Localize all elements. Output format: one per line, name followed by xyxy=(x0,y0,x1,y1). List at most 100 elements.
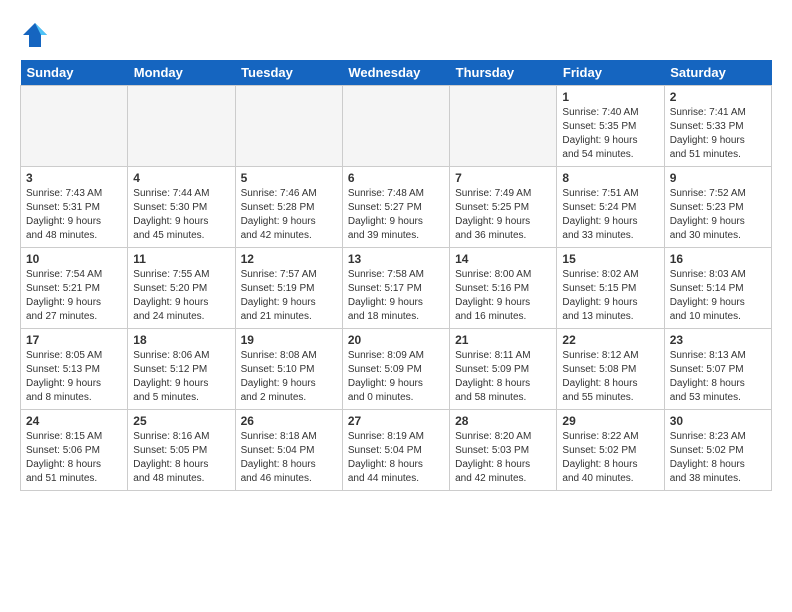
day-info: Sunrise: 8:16 AM Sunset: 5:05 PM Dayligh… xyxy=(133,430,229,486)
day-info: Sunrise: 8:15 AM Sunset: 5:06 PM Dayligh… xyxy=(26,430,122,486)
day-info: Sunrise: 7:51 AM Sunset: 5:24 PM Dayligh… xyxy=(562,187,658,243)
day-info: Sunrise: 8:09 AM Sunset: 5:09 PM Dayligh… xyxy=(348,349,444,405)
day-cell xyxy=(235,86,342,167)
day-info: Sunrise: 8:05 AM Sunset: 5:13 PM Dayligh… xyxy=(26,349,122,405)
day-number: 10 xyxy=(26,252,122,266)
day-cell: 6 Sunrise: 7:48 AM Sunset: 5:27 PM Daylig… xyxy=(342,167,449,248)
day-cell: 1 Sunrise: 7:40 AM Sunset: 5:35 PM Daylig… xyxy=(557,86,664,167)
day-info: Sunrise: 7:46 AM Sunset: 5:28 PM Dayligh… xyxy=(241,187,337,243)
day-cell: 29 Sunrise: 8:22 AM Sunset: 5:02 PM Dayli… xyxy=(557,410,664,491)
day-number: 1 xyxy=(562,90,658,104)
col-header-wednesday: Wednesday xyxy=(342,60,449,86)
header-row: SundayMondayTuesdayWednesdayThursdayFrid… xyxy=(21,60,772,86)
logo-icon xyxy=(20,20,50,50)
day-number: 30 xyxy=(670,414,766,428)
day-cell: 10Sunrise: 7:54 AM Sunset: 5:21 PM Dayli… xyxy=(21,248,128,329)
day-number: 18 xyxy=(133,333,229,347)
day-cell: 13 Sunrise: 7:58 AM Sunset: 5:17 PM Dayli… xyxy=(342,248,449,329)
day-number: 5 xyxy=(241,171,337,185)
day-number: 23 xyxy=(670,333,766,347)
day-info: Sunrise: 8:03 AM Sunset: 5:14 PM Dayligh… xyxy=(670,268,766,324)
col-header-sunday: Sunday xyxy=(21,60,128,86)
col-header-monday: Monday xyxy=(128,60,235,86)
day-number: 24 xyxy=(26,414,122,428)
week-row-4: 17 Sunrise: 8:05 AM Sunset: 5:13 PM Dayli… xyxy=(21,329,772,410)
day-cell: 17 Sunrise: 8:05 AM Sunset: 5:13 PM Dayli… xyxy=(21,329,128,410)
day-number: 27 xyxy=(348,414,444,428)
day-info: Sunrise: 8:00 AM Sunset: 5:16 PM Dayligh… xyxy=(455,268,551,324)
col-header-thursday: Thursday xyxy=(450,60,557,86)
day-info: Sunrise: 7:41 AM Sunset: 5:33 PM Dayligh… xyxy=(670,106,766,162)
day-cell: 16 Sunrise: 8:03 AM Sunset: 5:14 PM Dayli… xyxy=(664,248,771,329)
day-number: 21 xyxy=(455,333,551,347)
day-number: 4 xyxy=(133,171,229,185)
day-info: Sunrise: 7:44 AM Sunset: 5:30 PM Dayligh… xyxy=(133,187,229,243)
calendar-table: SundayMondayTuesdayWednesdayThursdayFrid… xyxy=(20,60,772,491)
week-row-3: 10Sunrise: 7:54 AM Sunset: 5:21 PM Dayli… xyxy=(21,248,772,329)
day-info: Sunrise: 8:02 AM Sunset: 5:15 PM Dayligh… xyxy=(562,268,658,324)
day-number: 2 xyxy=(670,90,766,104)
day-cell xyxy=(21,86,128,167)
day-info: Sunrise: 7:58 AM Sunset: 5:17 PM Dayligh… xyxy=(348,268,444,324)
day-cell: 28 Sunrise: 8:20 AM Sunset: 5:03 PM Dayli… xyxy=(450,410,557,491)
col-header-saturday: Saturday xyxy=(664,60,771,86)
day-number: 8 xyxy=(562,171,658,185)
logo xyxy=(20,20,54,50)
day-cell: 24 Sunrise: 8:15 AM Sunset: 5:06 PM Dayli… xyxy=(21,410,128,491)
day-number: 19 xyxy=(241,333,337,347)
day-cell: 22Sunrise: 8:12 AM Sunset: 5:08 PM Dayli… xyxy=(557,329,664,410)
day-cell: 20Sunrise: 8:09 AM Sunset: 5:09 PM Dayli… xyxy=(342,329,449,410)
day-number: 26 xyxy=(241,414,337,428)
day-info: Sunrise: 8:22 AM Sunset: 5:02 PM Dayligh… xyxy=(562,430,658,486)
day-cell: 27 Sunrise: 8:19 AM Sunset: 5:04 PM Dayli… xyxy=(342,410,449,491)
day-info: Sunrise: 8:08 AM Sunset: 5:10 PM Dayligh… xyxy=(241,349,337,405)
day-info: Sunrise: 7:55 AM Sunset: 5:20 PM Dayligh… xyxy=(133,268,229,324)
day-cell: 15 Sunrise: 8:02 AM Sunset: 5:15 PM Dayli… xyxy=(557,248,664,329)
day-cell: 23Sunrise: 8:13 AM Sunset: 5:07 PM Dayli… xyxy=(664,329,771,410)
week-row-5: 24 Sunrise: 8:15 AM Sunset: 5:06 PM Dayli… xyxy=(21,410,772,491)
day-cell: 8 Sunrise: 7:51 AM Sunset: 5:24 PM Daylig… xyxy=(557,167,664,248)
day-cell: 14 Sunrise: 8:00 AM Sunset: 5:16 PM Dayli… xyxy=(450,248,557,329)
day-number: 15 xyxy=(562,252,658,266)
day-number: 12 xyxy=(241,252,337,266)
col-header-friday: Friday xyxy=(557,60,664,86)
day-cell: 30 Sunrise: 8:23 AM Sunset: 5:02 PM Dayli… xyxy=(664,410,771,491)
page-container: SundayMondayTuesdayWednesdayThursdayFrid… xyxy=(0,0,792,501)
day-number: 28 xyxy=(455,414,551,428)
day-cell xyxy=(450,86,557,167)
day-info: Sunrise: 7:43 AM Sunset: 5:31 PM Dayligh… xyxy=(26,187,122,243)
col-header-tuesday: Tuesday xyxy=(235,60,342,86)
day-number: 11 xyxy=(133,252,229,266)
day-number: 9 xyxy=(670,171,766,185)
day-info: Sunrise: 7:49 AM Sunset: 5:25 PM Dayligh… xyxy=(455,187,551,243)
week-row-1: 1 Sunrise: 7:40 AM Sunset: 5:35 PM Daylig… xyxy=(21,86,772,167)
day-cell: 25Sunrise: 8:16 AM Sunset: 5:05 PM Dayli… xyxy=(128,410,235,491)
day-number: 29 xyxy=(562,414,658,428)
day-info: Sunrise: 7:40 AM Sunset: 5:35 PM Dayligh… xyxy=(562,106,658,162)
day-number: 16 xyxy=(670,252,766,266)
day-info: Sunrise: 8:20 AM Sunset: 5:03 PM Dayligh… xyxy=(455,430,551,486)
day-cell: 26Sunrise: 8:18 AM Sunset: 5:04 PM Dayli… xyxy=(235,410,342,491)
day-cell: 12 Sunrise: 7:57 AM Sunset: 5:19 PM Dayli… xyxy=(235,248,342,329)
day-number: 22 xyxy=(562,333,658,347)
day-number: 13 xyxy=(348,252,444,266)
day-info: Sunrise: 7:52 AM Sunset: 5:23 PM Dayligh… xyxy=(670,187,766,243)
day-cell: 5 Sunrise: 7:46 AM Sunset: 5:28 PM Daylig… xyxy=(235,167,342,248)
day-info: Sunrise: 8:11 AM Sunset: 5:09 PM Dayligh… xyxy=(455,349,551,405)
header xyxy=(20,20,772,50)
day-info: Sunrise: 8:19 AM Sunset: 5:04 PM Dayligh… xyxy=(348,430,444,486)
day-info: Sunrise: 8:23 AM Sunset: 5:02 PM Dayligh… xyxy=(670,430,766,486)
day-cell: 2 Sunrise: 7:41 AM Sunset: 5:33 PM Daylig… xyxy=(664,86,771,167)
day-number: 14 xyxy=(455,252,551,266)
day-info: Sunrise: 7:48 AM Sunset: 5:27 PM Dayligh… xyxy=(348,187,444,243)
day-info: Sunrise: 7:57 AM Sunset: 5:19 PM Dayligh… xyxy=(241,268,337,324)
day-cell: 11 Sunrise: 7:55 AM Sunset: 5:20 PM Dayli… xyxy=(128,248,235,329)
day-number: 6 xyxy=(348,171,444,185)
day-cell: 21 Sunrise: 8:11 AM Sunset: 5:09 PM Dayli… xyxy=(450,329,557,410)
day-cell: 9 Sunrise: 7:52 AM Sunset: 5:23 PM Daylig… xyxy=(664,167,771,248)
day-info: Sunrise: 8:06 AM Sunset: 5:12 PM Dayligh… xyxy=(133,349,229,405)
day-cell: 4 Sunrise: 7:44 AM Sunset: 5:30 PM Daylig… xyxy=(128,167,235,248)
day-number: 7 xyxy=(455,171,551,185)
day-number: 17 xyxy=(26,333,122,347)
day-cell xyxy=(128,86,235,167)
